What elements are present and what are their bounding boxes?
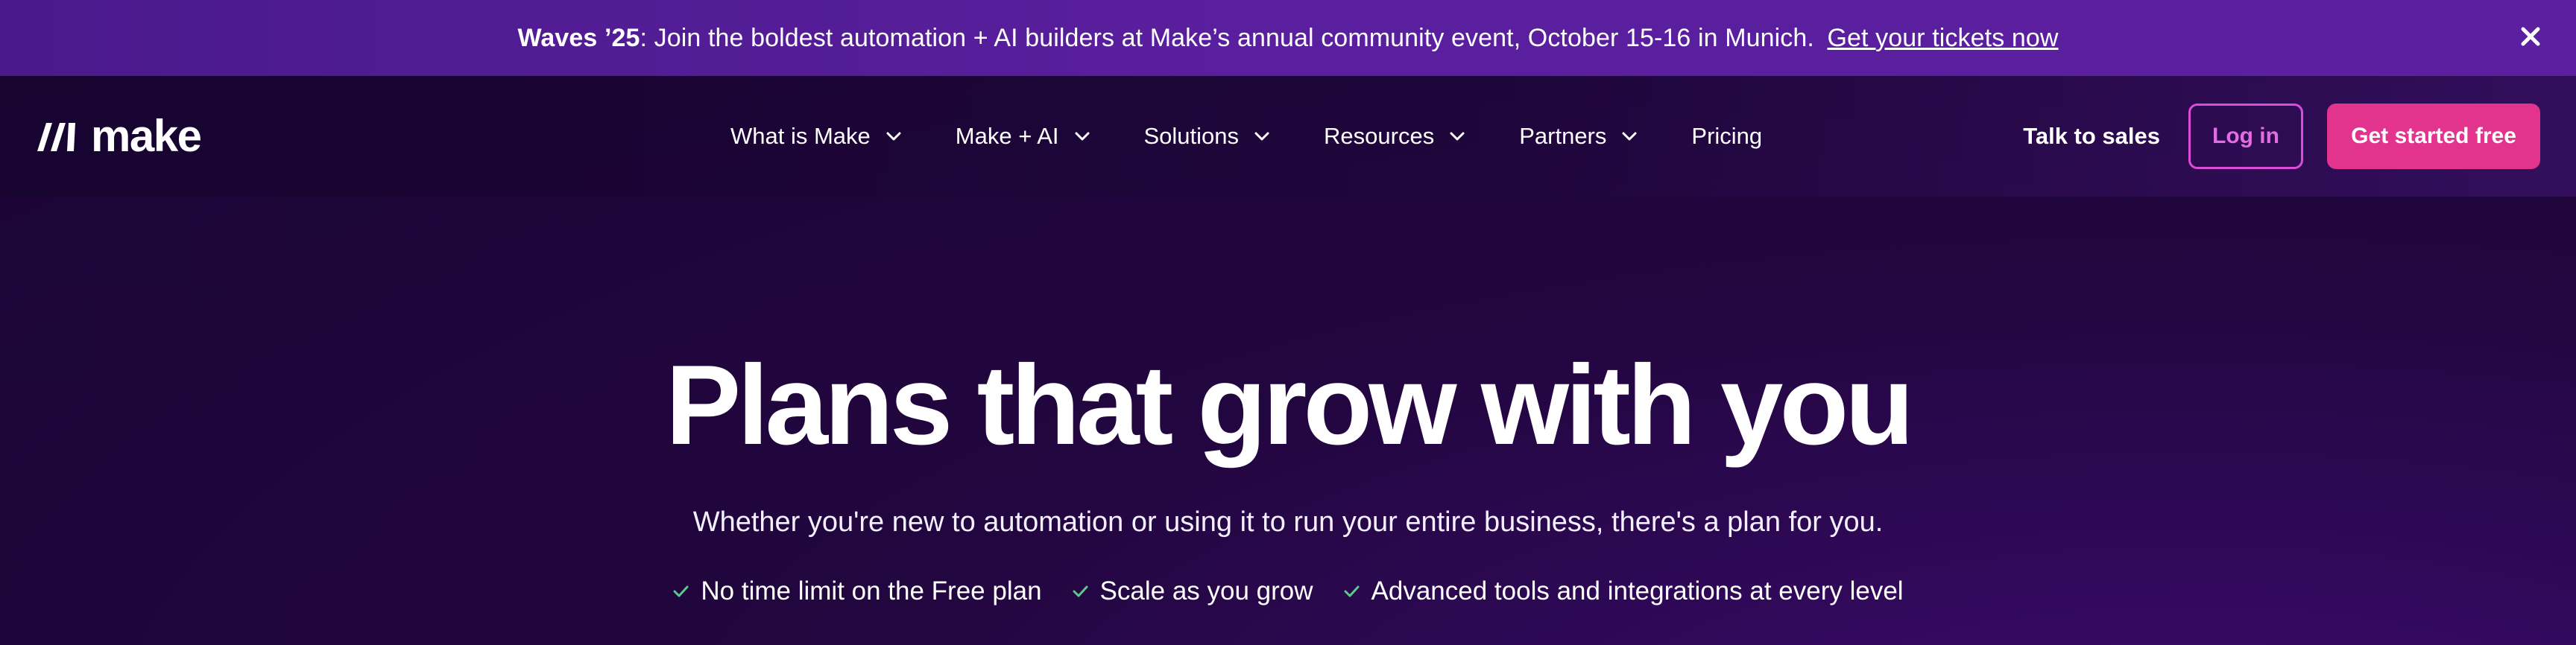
make-logo[interactable]: make: [36, 111, 202, 161]
feature-label: Advanced tools and integrations at every…: [1371, 576, 1904, 606]
banner-close-button[interactable]: [2513, 19, 2548, 54]
nav-item-solutions[interactable]: Solutions: [1144, 123, 1271, 150]
chevron-down-icon: [1075, 132, 1089, 141]
feature-label: Scale as you grow: [1099, 576, 1313, 606]
talk-to-sales-link[interactable]: Talk to sales: [2023, 123, 2160, 150]
header-actions: Talk to sales Log in Get started free: [2023, 76, 2540, 197]
login-button[interactable]: Log in: [2188, 104, 2303, 169]
make-logo-mark-icon: [37, 123, 75, 151]
main-nav: What is Make Make + AI Solutions Resourc…: [730, 76, 1762, 197]
nav-item-pricing[interactable]: Pricing: [1691, 123, 1762, 150]
nav-item-label: Pricing: [1691, 123, 1763, 149]
hero-subtitle: Whether you're new to automation or usin…: [692, 506, 1884, 538]
nav-item-label: Resources: [1324, 123, 1435, 149]
chevron-down-icon: [1254, 132, 1269, 141]
announcement-banner: Waves ’25: Join the boldest automation +…: [0, 0, 2576, 76]
chevron-down-icon: [1622, 132, 1637, 141]
nav-item-label: Partners: [1519, 123, 1607, 149]
get-started-button[interactable]: Get started free: [2327, 104, 2540, 169]
nav-item-partners[interactable]: Partners: [1519, 123, 1638, 150]
feature-item: Scale as you grow: [1072, 578, 1313, 604]
banner-tickets-link[interactable]: Get your tickets now: [1828, 24, 2059, 52]
check-icon: [1344, 585, 1360, 597]
nav-item-make-ai[interactable]: Make + AI: [956, 123, 1090, 150]
check-icon: [1073, 585, 1088, 597]
banner-message: Waves ’25: Join the boldest automation +…: [517, 24, 2058, 53]
nav-item-label: What is Make: [730, 123, 871, 149]
logo-wordmark: make: [91, 111, 202, 161]
nav-item-resources[interactable]: Resources: [1324, 123, 1465, 150]
chevron-down-icon: [1450, 132, 1465, 141]
banner-description: : Join the boldest automation + AI build…: [640, 23, 1814, 52]
check-icon: [673, 585, 689, 597]
nav-item-label: Make + AI: [955, 123, 1059, 149]
chevron-down-icon: [886, 132, 901, 141]
close-icon: [2521, 27, 2540, 46]
feature-item: No time limit on the Free plan: [672, 576, 1042, 606]
site-header: make What is Make Make + AI Solutions Re…: [0, 76, 2576, 197]
feature-item: Advanced tools and integrations at every…: [1343, 578, 1904, 604]
feature-label: No time limit on the Free plan: [701, 576, 1042, 606]
feature-list: No time limit on the Free plan Scale as …: [0, 578, 2576, 604]
nav-item-label: Solutions: [1143, 123, 1240, 149]
page-title: Plans that grow with you: [665, 342, 1914, 468]
nav-item-what-is-make[interactable]: What is Make: [730, 123, 902, 150]
banner-event-name: Waves ’25: [517, 23, 640, 52]
